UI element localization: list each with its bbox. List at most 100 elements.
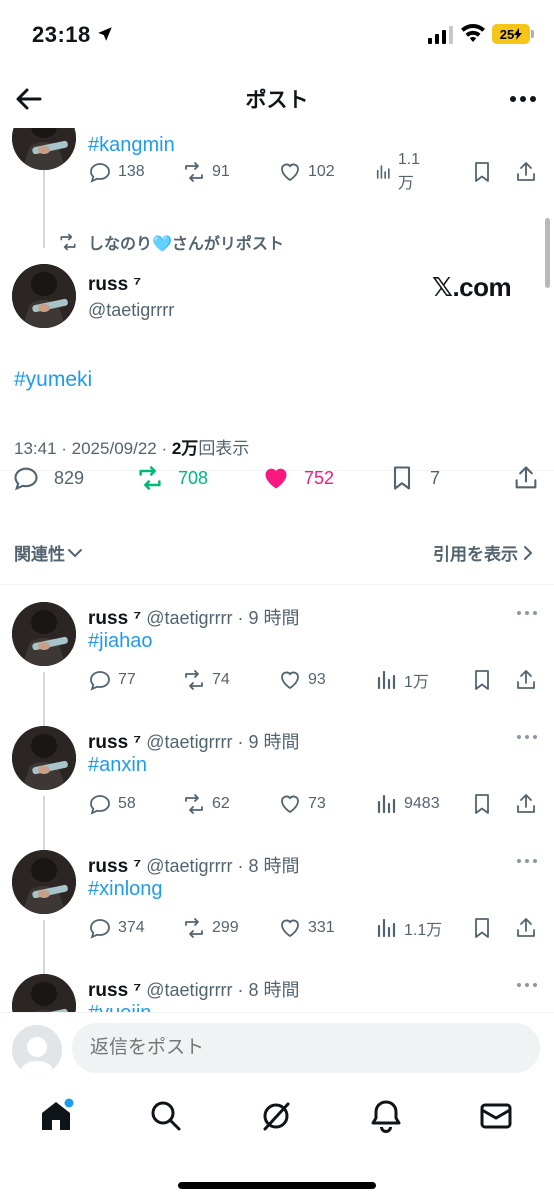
repost-button[interactable]: 299: [182, 916, 239, 940]
bookmark-button[interactable]: [470, 792, 500, 816]
reply-count: 138: [118, 163, 145, 180]
post-hashtag[interactable]: #jiahao: [88, 630, 153, 653]
bookmark-button[interactable]: [470, 160, 500, 184]
repost-button[interactable]: 62: [182, 792, 230, 816]
like-button[interactable]: 93: [278, 668, 326, 692]
view-quotes-link[interactable]: 引用を表示: [433, 540, 538, 565]
author-name[interactable]: russ ⁷: [88, 274, 141, 296]
home-icon[interactable]: [38, 1098, 74, 1134]
like-button[interactable]: 331: [278, 916, 335, 940]
views-button[interactable]: 9483: [374, 792, 440, 816]
avatar[interactable]: [12, 128, 76, 170]
more-options-icon[interactable]: [516, 854, 538, 868]
post-hashtag[interactable]: #yumeki: [14, 368, 92, 392]
grok-icon[interactable]: [258, 1098, 294, 1134]
avatar-photo-icon: [12, 850, 76, 914]
view-count: 1.1万: [397, 151, 421, 192]
views-button[interactable]: 1万: [374, 668, 429, 692]
post-hashtag[interactable]: #kangmin: [88, 134, 175, 157]
repost-button[interactable]: 74: [182, 668, 230, 692]
share-icon: [517, 162, 535, 181]
battery-level: 25: [499, 26, 515, 42]
author-name[interactable]: russ ⁷: [88, 608, 141, 629]
reply-item[interactable]: russ ⁷ @taetigrrrr · 8 時間 #yuejin: [0, 974, 554, 1012]
reply-header: russ ⁷ @taetigrrrr · 9 時間: [88, 604, 300, 630]
bookmark-icon: [475, 794, 489, 814]
avatar[interactable]: [12, 602, 76, 666]
avatar[interactable]: [12, 850, 76, 914]
repost-button[interactable]: 91: [182, 160, 230, 184]
avatar-photo-icon: [12, 974, 76, 1012]
share-button[interactable]: [514, 160, 544, 184]
post-hashtag[interactable]: #anxin: [88, 754, 147, 777]
reply-header: russ ⁷ @taetigrrrr · 8 時間: [88, 852, 300, 878]
like-button[interactable]: 73: [278, 792, 326, 816]
reply-button[interactable]: 829: [12, 464, 84, 492]
reply-button[interactable]: 77: [88, 668, 136, 692]
reply-input[interactable]: [72, 1023, 540, 1073]
repost-button[interactable]: 708: [136, 464, 208, 492]
search-icon[interactable]: [148, 1098, 184, 1134]
repost-notice[interactable]: しなのり🩵さんがリポスト: [58, 230, 284, 254]
sort-relevance-label: 関連性: [14, 545, 65, 564]
thread-line: [43, 796, 45, 850]
post-hashtag[interactable]: #yuejin: [88, 1002, 151, 1012]
like-button[interactable]: 102: [278, 160, 335, 184]
more-options-icon[interactable]: [508, 84, 538, 114]
divider: [0, 584, 554, 585]
author-handle-time: @taetigrrrr · 8 時間: [141, 980, 300, 1000]
avatar[interactable]: [12, 974, 76, 1012]
notifications-bell-icon[interactable]: [368, 1098, 404, 1134]
share-button[interactable]: [512, 464, 554, 492]
heart-icon: [281, 795, 299, 814]
more-options-icon[interactable]: [516, 730, 538, 744]
bookmark-button[interactable]: 7: [388, 464, 440, 492]
repost-icon: [185, 162, 203, 182]
default-avatar-icon: [12, 1025, 62, 1075]
status-bar: 23:18 25: [0, 0, 554, 70]
share-button[interactable]: [514, 792, 544, 816]
views-chart-icon: [377, 670, 396, 690]
author-name[interactable]: russ ⁷: [88, 732, 141, 753]
views-button[interactable]: 1.1万: [374, 916, 442, 940]
reply-button[interactable]: 374: [88, 916, 145, 940]
reply-item[interactable]: russ ⁷ @taetigrrrr · 8 時間 #xinlong 374 2…: [0, 850, 554, 974]
bookmark-icon: [393, 466, 411, 490]
reply-count: 58: [118, 795, 136, 812]
sort-relevance-dropdown[interactable]: 関連性: [14, 540, 85, 565]
reply-item[interactable]: russ ⁷ @taetigrrrr · 9 時間 #jiahao 77 74 …: [0, 602, 554, 726]
avatar-photo-icon: [12, 726, 76, 790]
post-hashtag[interactable]: #xinlong: [88, 878, 163, 901]
avatar[interactable]: [12, 264, 76, 328]
reply-item[interactable]: russ ⁷ @taetigrrrr · 9 時間 #anxin 58 62 7…: [0, 726, 554, 850]
reply-button[interactable]: 138: [88, 160, 145, 184]
reply-icon: [90, 795, 110, 815]
author-handle[interactable]: @taetigrrrr: [88, 300, 174, 321]
like-count: 102: [308, 163, 335, 180]
repost-icon: [185, 794, 203, 814]
bookmark-button[interactable]: [470, 668, 500, 692]
more-options-icon[interactable]: [516, 606, 538, 620]
more-options-icon[interactable]: [516, 978, 538, 992]
view-count: 9483: [404, 795, 440, 812]
post-view-label: 回表示: [198, 439, 250, 458]
cellular-signal-icon: [428, 26, 453, 44]
views-button[interactable]: 1.1万: [374, 151, 426, 193]
reply-button[interactable]: 58: [88, 792, 136, 816]
conversation-scroll-area[interactable]: #kangmin 138 91 102 1.1万 しなのり🩵さんがリポスト ru…: [0, 128, 554, 1012]
author-handle-time: @taetigrrrr · 9 時間: [141, 732, 300, 752]
reply-icon: [90, 163, 110, 183]
charging-bolt-icon: [514, 28, 523, 40]
messages-mail-icon[interactable]: [478, 1098, 514, 1134]
author-name[interactable]: russ ⁷: [88, 856, 141, 877]
share-button[interactable]: [514, 916, 544, 940]
like-count: 73: [308, 795, 326, 812]
avatar[interactable]: [12, 726, 76, 790]
author-name[interactable]: russ ⁷: [88, 980, 141, 1001]
like-button[interactable]: 752: [262, 464, 334, 492]
scrollbar[interactable]: [545, 218, 550, 288]
share-button[interactable]: [514, 668, 544, 692]
bookmark-count: 7: [430, 467, 441, 488]
bookmark-button[interactable]: [470, 916, 500, 940]
avatar[interactable]: [12, 1025, 62, 1075]
